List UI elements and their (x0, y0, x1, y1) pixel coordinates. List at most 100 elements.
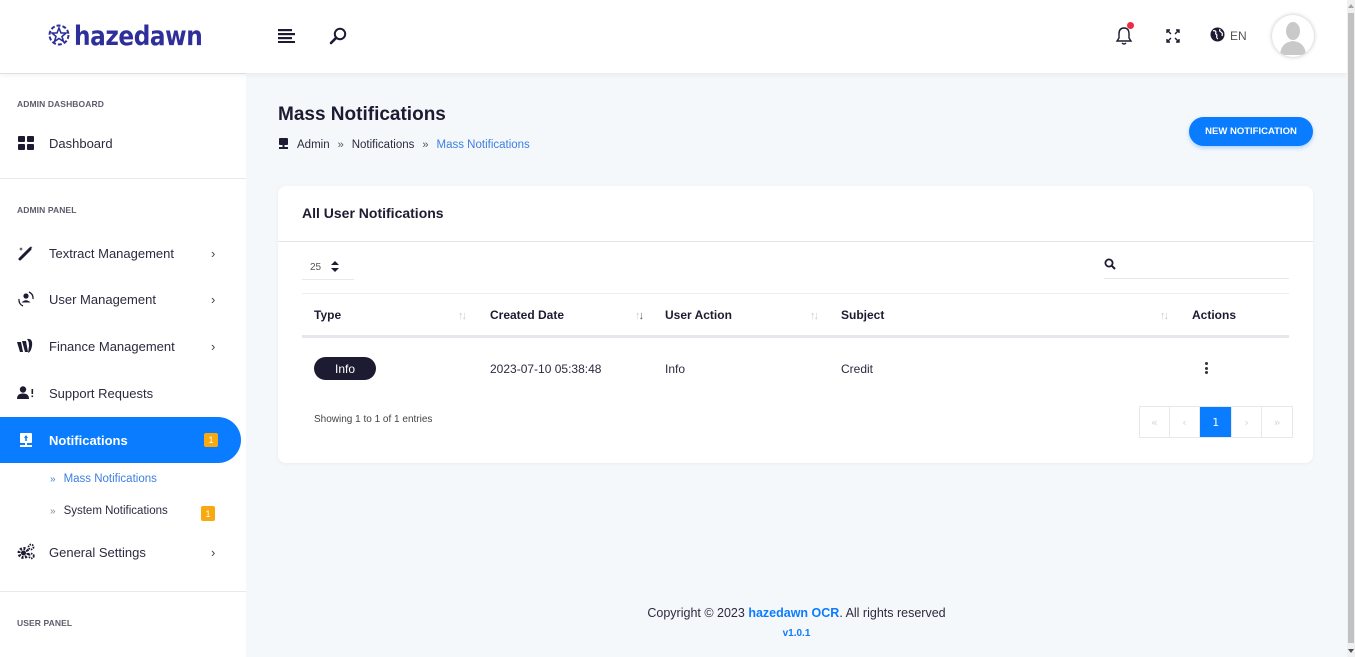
cell-created-date: 2023-07-10 05:38:48 (490, 362, 602, 376)
section-admin-panel: ADMIN PANEL (17, 205, 77, 215)
logo-star-icon (48, 24, 70, 51)
sidebar-item-user-management[interactable]: User Management › (0, 276, 241, 322)
section-divider (0, 178, 246, 179)
sidebar-item-label: Notifications (49, 432, 128, 448)
sidebar-item-label: Textract Management (49, 245, 175, 261)
double-chevron-icon: » (50, 505, 56, 517)
sidebar-item-label: Support Requests (49, 385, 154, 401)
breadcrumb-admin[interactable]: Admin (297, 139, 330, 151)
language-selector[interactable]: EN (1210, 27, 1247, 45)
user-alert-icon (17, 384, 35, 402)
app-version: v1.0.1 (782, 628, 811, 639)
pagination-next[interactable]: › (1232, 407, 1262, 437)
language-label: EN (1230, 29, 1247, 43)
subitem-label: Mass Notifications (63, 473, 157, 485)
monitor-upload-icon (17, 431, 35, 449)
monitor-icon (278, 138, 289, 152)
sidebar-item-label: User Management (49, 291, 156, 307)
card-divider (278, 241, 1313, 242)
sidebar-item-support-requests[interactable]: Support Requests (0, 370, 241, 416)
card-title: All User Notifications (302, 205, 444, 221)
pagination-previous[interactable]: ‹ (1170, 407, 1200, 437)
row-actions-kebab-icon[interactable] (1202, 360, 1210, 376)
cell-subject: Credit (841, 362, 874, 376)
chevron-right-icon: › (211, 544, 216, 560)
sort-updown-icon (331, 260, 340, 275)
notifications-count-badge: 1 (204, 433, 218, 447)
footer-copyright: Copyright © 2023 hazedawn OCR. All right… (246, 606, 1347, 620)
brand-name: hazedawn (74, 21, 203, 52)
sidebar-item-finance-management[interactable]: Finance Management › (0, 323, 241, 369)
scroll-up-arrow-icon[interactable] (1348, 4, 1354, 8)
sidebar-subitem-mass-notifications[interactable]: » Mass Notifications (50, 473, 157, 485)
fullscreen-icon[interactable] (1163, 26, 1183, 46)
sort-desc-icon[interactable]: ↑↓ (635, 310, 644, 322)
sort-icon[interactable]: ↑↓ (1160, 310, 1169, 322)
section-divider (0, 591, 246, 592)
column-header-user-action[interactable]: User Action (665, 308, 732, 322)
section-user-panel: USER PANEL (17, 618, 73, 628)
page-title: Mass Notifications (278, 104, 446, 125)
breadcrumb-separator: » (422, 139, 429, 151)
type-badge: Info (314, 357, 376, 380)
cell-user-action: Info (665, 362, 686, 376)
sidebar-subitem-system-notifications[interactable]: » System Notifications (50, 505, 168, 517)
grid-icon (17, 134, 35, 152)
column-header-subject[interactable]: Subject (841, 308, 884, 322)
scroll-thumb[interactable] (1348, 13, 1354, 643)
user-sync-icon (17, 290, 35, 308)
user-avatar[interactable] (1272, 15, 1314, 57)
sidebar-item-dashboard[interactable]: Dashboard (0, 120, 241, 166)
subitem-label: System Notifications (63, 505, 168, 517)
table-header: Type ↑↓ Created Date ↑↓ User Action ↑↓ S… (302, 294, 1289, 338)
sort-icon[interactable]: ↑↓ (458, 310, 467, 322)
table-row: Info 2023-07-10 05:38:48 Info Credit (302, 341, 1289, 395)
magic-wand-icon (17, 244, 35, 262)
breadcrumb-separator: » (337, 139, 344, 151)
sort-icon[interactable]: ↑↓ (810, 310, 819, 322)
pagination: « ‹ 1 › » (1139, 406, 1293, 438)
gears-icon (17, 543, 35, 561)
page-scrollbar[interactable] (1347, 0, 1355, 657)
pagination-first[interactable]: « (1140, 407, 1170, 437)
globe-icon (1210, 27, 1225, 45)
section-admin-dashboard: ADMIN DASHBOARD (17, 99, 104, 109)
sidebar-item-general-settings[interactable]: General Settings › (0, 529, 241, 575)
chevron-right-icon: › (211, 245, 216, 261)
sidebar-item-label: Dashboard (49, 135, 113, 151)
unread-dot (1127, 22, 1134, 29)
brand-logo[interactable]: hazedawn (48, 22, 223, 52)
new-notification-button[interactable]: NEW NOTIFICATION (1189, 117, 1313, 146)
page-length-select[interactable]: 25 (302, 256, 354, 280)
breadcrumb-notifications[interactable]: Notifications (352, 139, 415, 151)
finance-icon (17, 337, 35, 355)
copyright-prefix: Copyright © 2023 (647, 606, 749, 620)
search-icon[interactable] (328, 26, 348, 46)
footer-brand-link[interactable]: hazedawn OCR (748, 606, 839, 620)
sidebar-item-textract-management[interactable]: Textract Management › (0, 230, 241, 276)
double-chevron-icon: » (50, 473, 56, 485)
sidebar-item-label: Finance Management (49, 338, 175, 354)
page-length-value: 25 (310, 262, 322, 273)
menu-toggle-icon[interactable] (277, 26, 297, 46)
chevron-right-icon: › (211, 291, 216, 307)
sidebar-item-label: General Settings (49, 544, 146, 560)
notifications-bell-icon[interactable] (1114, 22, 1134, 46)
table-search (1104, 254, 1289, 279)
column-header-created-date[interactable]: Created Date (490, 308, 564, 322)
breadcrumb: Admin » Notifications » Mass Notificatio… (278, 138, 530, 152)
search-icon (1104, 257, 1116, 275)
table-search-input[interactable] (1122, 260, 1282, 272)
pagination-page-current[interactable]: 1 (1200, 407, 1232, 437)
column-header-type[interactable]: Type (314, 308, 341, 322)
sidebar-item-notifications[interactable]: Notifications 1 (0, 417, 241, 463)
notifications-card: All User Notifications 25 Type ↑↓ Create… (278, 186, 1313, 463)
copyright-suffix: . All rights reserved (839, 606, 946, 620)
sidebar: ADMIN DASHBOARD Dashboard ADMIN PANEL Te… (0, 74, 246, 657)
pagination-last[interactable]: » (1262, 407, 1292, 437)
scroll-down-arrow-icon[interactable] (1348, 649, 1354, 653)
column-header-actions: Actions (1192, 308, 1237, 322)
chevron-right-icon: › (211, 338, 216, 354)
breadcrumb-current: Mass Notifications (436, 139, 530, 151)
system-notifications-count-badge: 1 (201, 506, 215, 521)
